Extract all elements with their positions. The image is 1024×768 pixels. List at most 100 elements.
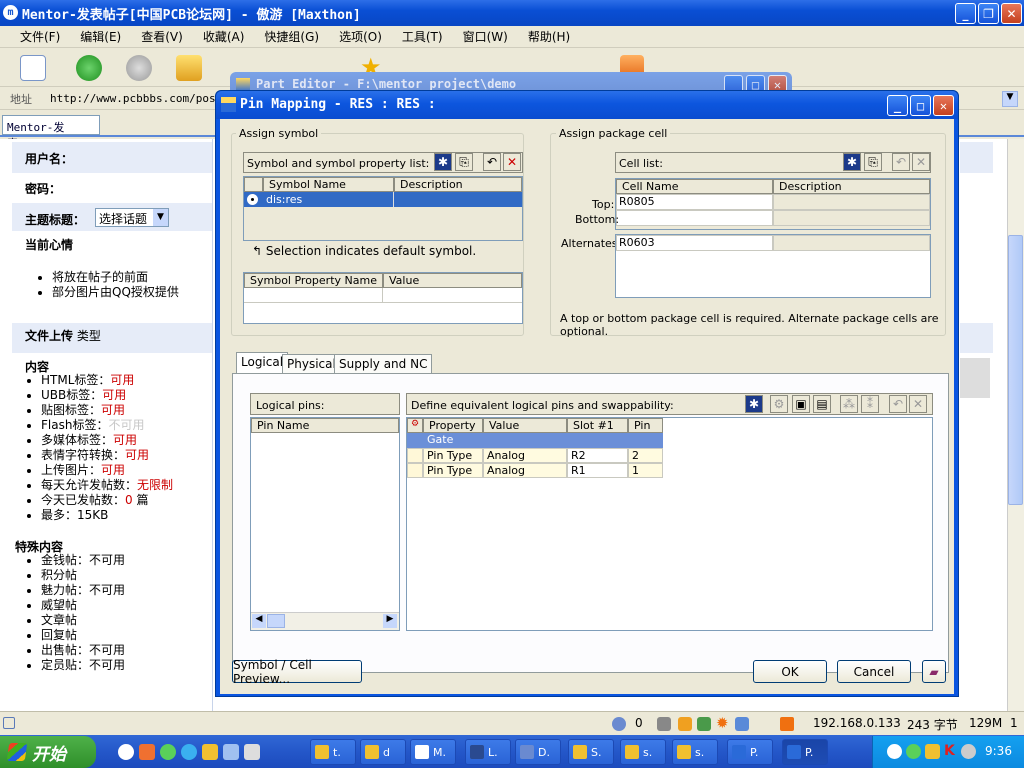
messenger-launch-icon[interactable] bbox=[160, 744, 176, 760]
scroll-thumb[interactable] bbox=[267, 614, 285, 628]
window-icon[interactable] bbox=[735, 717, 749, 731]
task-label: D. bbox=[538, 746, 550, 759]
close-button[interactable]: ✕ bbox=[1001, 3, 1022, 24]
forward-icon[interactable] bbox=[126, 55, 152, 81]
taskbar-button[interactable]: P. bbox=[782, 739, 828, 765]
tray-volume-icon[interactable] bbox=[961, 744, 976, 759]
security-icon[interactable] bbox=[612, 717, 626, 731]
tray-k-icon[interactable]: K bbox=[944, 743, 955, 759]
dialog-minimize-button[interactable]: _ bbox=[887, 95, 908, 116]
app-launch-icon[interactable] bbox=[139, 744, 155, 760]
radio-icon[interactable] bbox=[247, 194, 258, 205]
logical-pins-list[interactable]: Pin Name ◀ ▶ bbox=[250, 417, 400, 631]
undo-pin-icon[interactable]: ↶ bbox=[889, 395, 907, 413]
scrollbar-thumb[interactable] bbox=[1008, 235, 1023, 505]
chevron-down-icon[interactable]: ▼ bbox=[153, 209, 168, 226]
taskbar-button[interactable]: s. bbox=[672, 739, 718, 765]
mood-label: 当前心情 bbox=[25, 238, 74, 252]
alternate-cell-value[interactable]: R0603 bbox=[616, 235, 773, 251]
ok-button[interactable]: OK bbox=[753, 660, 827, 683]
ie-launch-icon[interactable] bbox=[181, 744, 197, 760]
top-cell-value[interactable]: R0805 bbox=[616, 194, 773, 210]
restore-button[interactable]: ❐ bbox=[978, 3, 999, 24]
add-pin-icon[interactable]: ✱ bbox=[745, 395, 763, 413]
help-book-icon[interactable]: ▰ bbox=[922, 660, 946, 683]
pin-mapping-table[interactable]: ⚙ Property Value Slot #1 Pin # Gate Pin … bbox=[406, 417, 933, 631]
table-row[interactable]: dis:res bbox=[244, 192, 522, 207]
tab-supply-nc[interactable]: Supply and NC bbox=[334, 354, 433, 374]
taskbar-button[interactable]: L. bbox=[465, 739, 511, 765]
taskbar-button[interactable]: t. bbox=[310, 739, 356, 765]
tab-physical[interactable]: Physical bbox=[282, 354, 341, 374]
menu-tools[interactable]: 工具(T) bbox=[392, 28, 453, 45]
edit-pin-icon[interactable]: ⚙ bbox=[770, 395, 788, 413]
menu-file[interactable]: 文件(F) bbox=[10, 28, 70, 45]
table-row[interactable] bbox=[244, 288, 522, 303]
menu-edit[interactable]: 编辑(E) bbox=[70, 28, 131, 45]
plugin-icon[interactable] bbox=[697, 717, 711, 731]
tab-logical[interactable]: Logical bbox=[236, 352, 289, 374]
up-folder-icon[interactable] bbox=[176, 55, 202, 81]
browser-tab[interactable]: Mentor-发表... bbox=[2, 115, 100, 150]
browse-symbol-icon[interactable]: ⎘ bbox=[455, 153, 473, 171]
sync-icon[interactable] bbox=[657, 717, 671, 731]
row-header[interactable] bbox=[407, 463, 423, 478]
sun-icon[interactable]: ✹ bbox=[716, 714, 729, 732]
list-item: 威望帖 bbox=[41, 598, 125, 613]
app-launch-icon[interactable] bbox=[223, 744, 239, 760]
undo-icon[interactable]: ↶ bbox=[483, 153, 501, 171]
paste-pin-icon[interactable]: ▤ bbox=[813, 395, 831, 413]
alternate-cell-description bbox=[773, 235, 930, 251]
plugin-icon[interactable] bbox=[678, 717, 692, 731]
menu-help[interactable]: 帮助(H) bbox=[518, 28, 580, 45]
tray-app-icon[interactable] bbox=[925, 744, 940, 759]
scroll-right-icon[interactable]: ▶ bbox=[383, 614, 397, 628]
address-input[interactable]: http://www.pcbbbs.com/pos bbox=[50, 92, 216, 105]
dialog-maximize-button[interactable]: □ bbox=[910, 95, 931, 116]
app-launch-icon[interactable] bbox=[244, 744, 260, 760]
address-dropdown-icon[interactable]: ▼ bbox=[1002, 91, 1018, 107]
row-header[interactable] bbox=[407, 448, 423, 463]
swap-group-icon[interactable]: ⁂ bbox=[840, 395, 858, 413]
taskbar-button[interactable]: d bbox=[360, 739, 406, 765]
symbol-cell-preview-button[interactable]: Symbol / Cell Preview... bbox=[232, 658, 362, 686]
windows-logo-icon bbox=[6, 743, 28, 761]
bottom-cell-value[interactable] bbox=[616, 210, 773, 226]
scroll-left-icon[interactable]: ◀ bbox=[252, 614, 266, 628]
menu-favorites[interactable]: 收藏(A) bbox=[193, 28, 255, 45]
menu-groups[interactable]: 快捷组(G) bbox=[254, 28, 329, 45]
add-cell-icon[interactable]: ✱ bbox=[843, 153, 861, 171]
gate-row[interactable]: Gate bbox=[407, 433, 663, 448]
tray-user-icon[interactable] bbox=[906, 744, 921, 759]
menu-window[interactable]: 窗口(W) bbox=[453, 28, 518, 45]
taskbar-button[interactable]: S. bbox=[568, 739, 614, 765]
new-page-icon[interactable] bbox=[20, 55, 46, 81]
tray-maxthon-icon[interactable] bbox=[887, 744, 902, 759]
dialog-close-button[interactable]: ✕ bbox=[933, 95, 954, 116]
delete-pin-icon[interactable]: ✕ bbox=[909, 395, 927, 413]
delete-icon[interactable]: ✕ bbox=[503, 153, 521, 171]
topic-select[interactable]: 选择话题 ▼ bbox=[95, 208, 169, 227]
menu-options[interactable]: 选项(O) bbox=[329, 28, 392, 45]
rss-status-icon[interactable] bbox=[780, 717, 794, 731]
unswap-group-icon[interactable]: ⁑ bbox=[861, 395, 879, 413]
app-launch-icon[interactable] bbox=[202, 744, 218, 760]
menu-view[interactable]: 查看(V) bbox=[131, 28, 193, 45]
taskbar-button[interactable]: P. bbox=[727, 739, 773, 765]
add-symbol-icon[interactable]: ✱ bbox=[434, 153, 452, 171]
pin-slot-cell[interactable]: R2 bbox=[567, 448, 628, 463]
taskbar-button[interactable]: D. bbox=[515, 739, 561, 765]
delete-cell-icon[interactable]: ✕ bbox=[912, 153, 930, 171]
cancel-button[interactable]: Cancel bbox=[837, 660, 911, 683]
maxthon-launch-icon[interactable] bbox=[118, 744, 134, 760]
minimize-button[interactable]: _ bbox=[955, 3, 976, 24]
horizontal-scrollbar[interactable]: ◀ ▶ bbox=[251, 612, 399, 630]
start-button[interactable]: 开始 bbox=[0, 736, 96, 768]
taskbar-button[interactable]: M. bbox=[410, 739, 456, 765]
browse-cell-icon[interactable]: ⎘ bbox=[864, 153, 882, 171]
undo-cell-icon[interactable]: ↶ bbox=[892, 153, 910, 171]
back-icon[interactable] bbox=[76, 55, 102, 81]
taskbar-button[interactable]: s. bbox=[620, 739, 666, 765]
pin-slot-cell[interactable]: R1 bbox=[567, 463, 628, 478]
copy-pin-icon[interactable]: ▣ bbox=[792, 395, 810, 413]
